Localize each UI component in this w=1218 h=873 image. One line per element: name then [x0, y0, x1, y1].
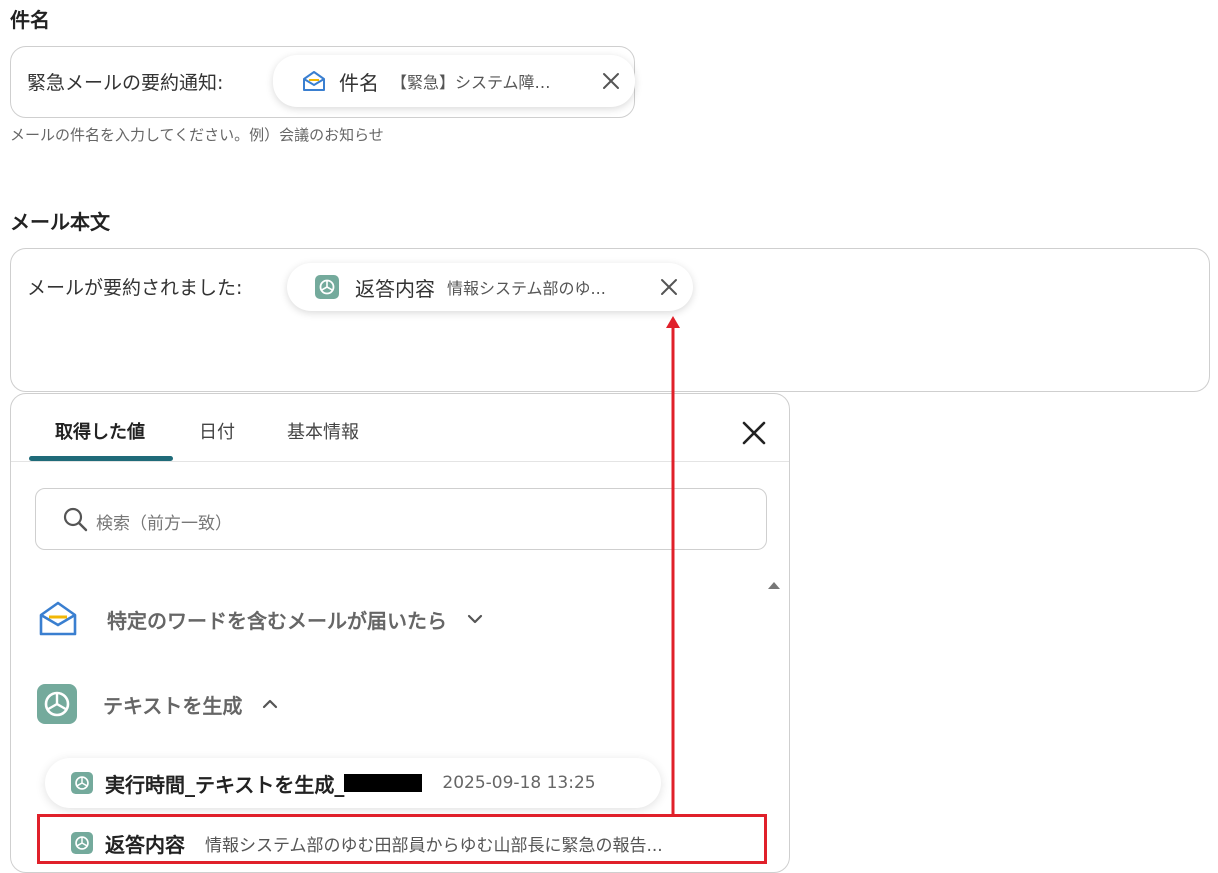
body-prefix-text: メールが要約されました: — [27, 277, 243, 299]
group-label: テキストを生成 — [103, 693, 243, 718]
scroll-up-icon[interactable] — [767, 580, 781, 590]
chatgpt-icon — [315, 275, 339, 299]
list-item[interactable]: 実行時間_テキストを生成_ 2025-09-18 13:25 — [45, 758, 661, 808]
search-icon — [63, 507, 88, 532]
annotation-arrow — [666, 316, 680, 814]
subject-pill-name: 件名 — [339, 70, 379, 95]
body-field[interactable]: メールが要約されました: 返答内容 情報システム部のゆ... — [10, 248, 1210, 392]
highlight-box — [37, 814, 767, 864]
tab-date[interactable]: 日付 — [199, 418, 235, 444]
subject-pill-value: 【緊急】システム障害... — [391, 73, 561, 92]
close-icon[interactable] — [741, 420, 767, 446]
close-icon[interactable] — [601, 71, 621, 91]
body-pill-name: 返答内容 — [355, 276, 435, 301]
subject-prefix-text: 緊急メールの要約通知: — [27, 72, 224, 94]
tab-acquired-values[interactable]: 取得した値 — [55, 418, 145, 444]
chevron-up-icon[interactable] — [260, 694, 280, 714]
close-icon[interactable] — [659, 277, 679, 297]
body-pill-value: 情報システム部のゆ... — [447, 279, 606, 298]
body-label: メール本文 — [10, 210, 110, 234]
search-input[interactable]: 検索（前方一致） — [35, 488, 767, 550]
search-placeholder: 検索（前方一致） — [96, 514, 232, 534]
subject-help-text: メールの件名を入力してください。例）会議のお知らせ — [10, 126, 384, 144]
tab-basic-info[interactable]: 基本情報 — [287, 418, 359, 444]
item-name: 実行時間_テキストを生成_ — [105, 772, 345, 797]
group-mail-trigger[interactable]: 特定のワードを含むメールが届いたら — [37, 598, 485, 640]
group-label: 特定のワードを含むメールが届いたら — [107, 608, 447, 633]
redacted-block — [344, 774, 423, 792]
subject-variable-pill[interactable]: 件名 【緊急】システム障害... — [273, 55, 635, 107]
chatgpt-icon — [71, 772, 93, 794]
mail-icon — [39, 601, 77, 636]
subject-field[interactable]: 緊急メールの要約通知: 件名 【緊急】システム障害... — [10, 46, 635, 118]
item-value: 2025-09-18 13:25 — [442, 773, 596, 793]
chevron-down-icon[interactable] — [465, 609, 485, 629]
subject-label: 件名 — [10, 8, 50, 32]
chatgpt-icon — [37, 684, 77, 724]
body-variable-pill[interactable]: 返答内容 情報システム部のゆ... — [287, 263, 693, 311]
group-text-generation[interactable]: テキストを生成 — [37, 684, 280, 724]
mail-icon — [303, 71, 325, 91]
